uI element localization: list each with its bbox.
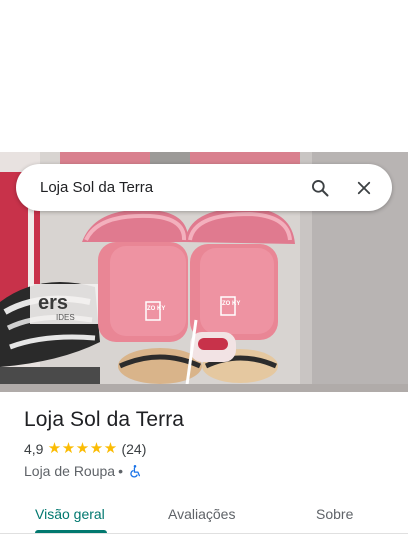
tab-reviews[interactable]: Avaliações — [168, 506, 235, 522]
place-title: Loja Sol da Terra — [24, 408, 185, 431]
tabs-divider — [0, 533, 408, 534]
place-category: Loja de Roupa — [24, 463, 116, 479]
star-icon: ★ — [103, 440, 118, 457]
rating-value: 4,9 — [24, 441, 44, 457]
star-icon: ★ — [75, 440, 90, 457]
map-blank-area — [0, 0, 408, 152]
star-icon: ★ — [47, 440, 62, 457]
separator: • — [118, 463, 123, 479]
wheelchair-icon — [128, 464, 142, 478]
sandal-left-logo: ZO KY — [147, 306, 165, 312]
category-row: Loja de Roupa • — [24, 463, 392, 479]
star-icon: ★ — [89, 440, 104, 457]
reviews-count: (24) — [121, 441, 147, 457]
box-text: ers — [38, 292, 68, 314]
box-subtext: IDES — [56, 313, 75, 322]
sandal-right-logo: ZO KY — [222, 301, 240, 307]
star-rating: ★ ★ ★ ★ ★ — [47, 440, 118, 457]
search-bar[interactable] — [16, 164, 392, 211]
star-icon: ★ — [61, 440, 76, 457]
tab-about[interactable]: Sobre — [316, 506, 353, 522]
rating-row[interactable]: 4,9 ★ ★ ★ ★ ★ (24) — [24, 441, 392, 457]
tab-overview[interactable]: Visão geral — [35, 506, 105, 522]
search-button[interactable] — [298, 166, 342, 210]
close-icon — [357, 181, 371, 194]
close-button[interactable] — [342, 166, 386, 210]
place-info: Loja Sol da Terra 4,9 ★ ★ ★ ★ ★ (24) Loj… — [24, 408, 392, 479]
search-input[interactable] — [16, 164, 298, 211]
search-icon — [312, 179, 329, 196]
